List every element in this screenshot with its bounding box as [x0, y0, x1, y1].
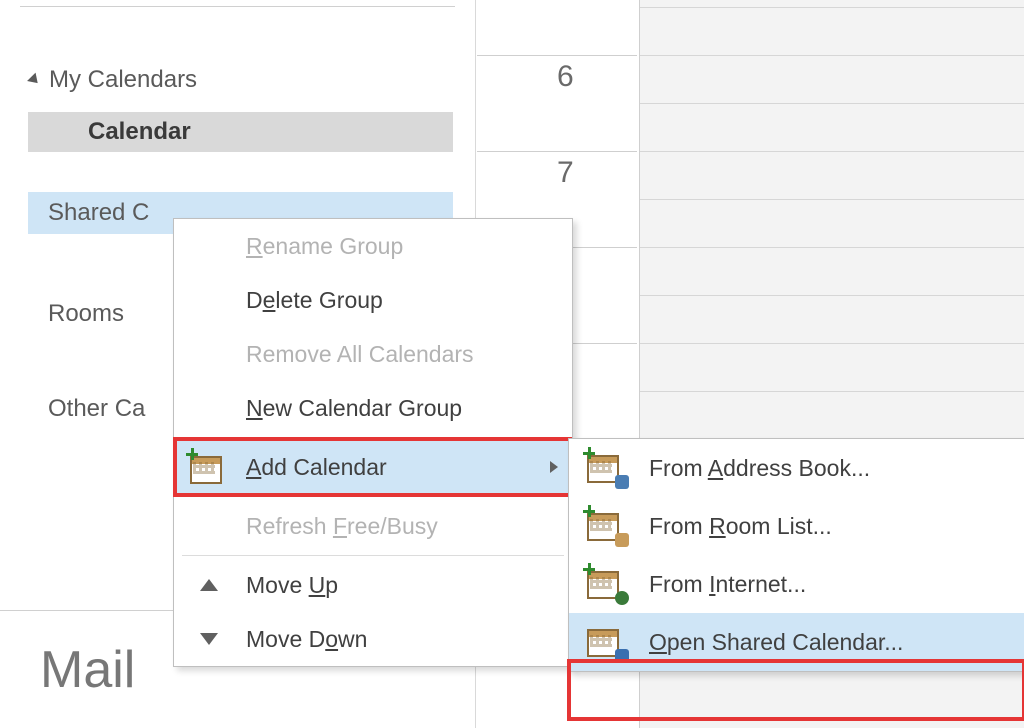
- ctx-label: Add Calendar: [246, 454, 387, 481]
- time-slot[interactable]: [640, 248, 1024, 296]
- ctx-label: Move Down: [246, 626, 367, 653]
- ctx-refresh-free-busy: Refresh Free/Busy: [174, 499, 572, 553]
- sub-label: From Address Book...: [649, 455, 870, 482]
- time-slot[interactable]: [640, 152, 1024, 200]
- sub-label: From Internet...: [649, 571, 806, 598]
- time-slot[interactable]: [640, 344, 1024, 392]
- triangle-up-icon: [200, 579, 218, 591]
- triangle-down-icon: [200, 633, 218, 645]
- menu-separator: [182, 496, 564, 497]
- time-label: 7: [557, 156, 574, 189]
- group-header-my-calendars[interactable]: My Calendars: [30, 66, 197, 94]
- calendar-addressbook-icon: [587, 451, 623, 485]
- sidebar-item-other-calendars[interactable]: Other Ca: [48, 395, 145, 423]
- time-slot[interactable]: [640, 8, 1024, 56]
- sub-from-room-list[interactable]: From Room List...: [569, 497, 1024, 555]
- nav-mail-label: Mail: [40, 641, 135, 699]
- sub-label: Open Shared Calendar...: [649, 629, 903, 656]
- sub-open-shared-calendar[interactable]: Open Shared Calendar...: [569, 613, 1024, 671]
- calendar-room-icon: [587, 509, 623, 543]
- time-slot[interactable]: [640, 392, 1024, 440]
- add-calendar-icon: [190, 452, 224, 482]
- calendar-internet-icon: [587, 567, 623, 601]
- chevron-down-icon: [27, 73, 42, 88]
- ctx-new-calendar-group[interactable]: New Calendar Group: [174, 381, 572, 435]
- app-root: My Calendars Calendar Shared C Rooms Oth…: [0, 0, 1024, 728]
- sidebar-item-label: Other Ca: [48, 395, 145, 422]
- sidebar-item-label: Shared C: [48, 199, 149, 227]
- ctx-label: New Calendar Group: [246, 395, 462, 422]
- context-menu: Rename Group Delete Group Remove All Cal…: [173, 218, 573, 667]
- sub-from-internet[interactable]: From Internet...: [569, 555, 1024, 613]
- time-cell: 6: [477, 56, 637, 152]
- ctx-rename-group: Rename Group: [174, 219, 572, 273]
- submenu-arrow-icon: [550, 461, 558, 473]
- sidebar-item-label: Calendar: [88, 118, 191, 146]
- time-slot[interactable]: [640, 56, 1024, 104]
- ctx-remove-all-calendars: Remove All Calendars: [174, 327, 572, 381]
- time-cell: 5: [477, 0, 637, 56]
- ctx-label: Move Up: [246, 572, 338, 599]
- add-calendar-submenu: From Address Book... From Room List... F…: [568, 438, 1024, 672]
- calendar-shared-icon: [587, 625, 623, 659]
- time-slot[interactable]: [640, 296, 1024, 344]
- ctx-move-down[interactable]: Move Down: [174, 612, 572, 666]
- time-slot[interactable]: [640, 104, 1024, 152]
- sidebar-item-calendar[interactable]: Calendar: [28, 112, 453, 152]
- sidebar-item-rooms[interactable]: Rooms: [48, 300, 124, 328]
- time-slot[interactable]: [640, 200, 1024, 248]
- time-slot[interactable]: [640, 0, 1024, 8]
- ctx-label: Refresh Free/Busy: [246, 513, 438, 540]
- menu-separator: [182, 437, 564, 438]
- sidebar-divider: [20, 6, 455, 7]
- nav-mail[interactable]: Mail: [40, 640, 135, 700]
- sidebar-item-label: Rooms: [48, 300, 124, 327]
- time-label: 6: [557, 60, 574, 93]
- menu-separator: [182, 555, 564, 556]
- sub-label: From Room List...: [649, 513, 832, 540]
- group-header-label: My Calendars: [49, 66, 197, 94]
- ctx-move-up[interactable]: Move Up: [174, 558, 572, 612]
- ctx-delete-group[interactable]: Delete Group: [174, 273, 572, 327]
- ctx-label: Rename Group: [246, 233, 403, 260]
- sub-from-address-book[interactable]: From Address Book...: [569, 439, 1024, 497]
- ctx-add-calendar[interactable]: Add Calendar: [174, 440, 572, 494]
- ctx-label: Remove All Calendars: [246, 341, 474, 368]
- ctx-label: Delete Group: [246, 287, 383, 314]
